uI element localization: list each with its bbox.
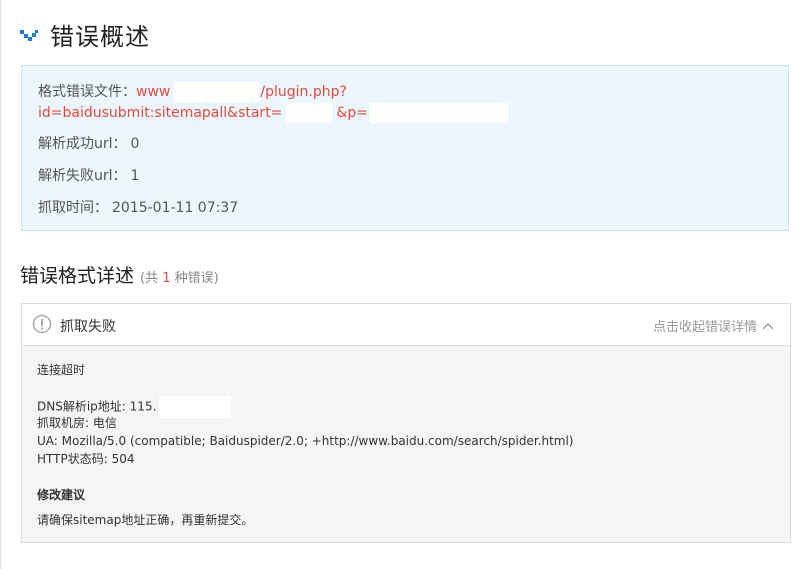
fail-value: 1 [130,168,140,184]
file-url-part2[interactable]: /plugin.php? [260,84,347,100]
suggestion-title: 修改建议 [37,488,86,502]
file-label: 格式错误文件： [38,84,136,100]
overview-header: 错误概述 [20,16,150,52]
dns-value: 115. [129,399,157,414]
file-line: 格式错误文件：www/plugin.php? [38,82,347,102]
http-status-value: 504 [111,452,135,466]
file-line-2: id=baidusubmit:sitemapall&start= &p= [38,103,508,123]
time-value: 2015-01-11 07:37 [112,200,239,216]
ua-line: UA: Mozilla/5.0 (compatible; Baiduspider… [37,434,574,448]
file-url-line2a[interactable]: id=baidusubmit:sitemapall&start= [38,105,282,121]
error-card-header[interactable]: 抓取失败 点击收起错误详情 [22,304,790,346]
collapse-label: 点击收起错误详情 [652,320,757,335]
file-url-line2b[interactable]: &p= [336,105,368,121]
success-line: 解析成功url： 0 [38,134,139,154]
details-title: 错误格式详述 [20,265,135,287]
fail-label: 解析失败url： [38,168,127,184]
error-card: 抓取失败 点击收起错误详情 连接超时 DNS解析ip地址: 115. 抓取机房:… [21,303,791,543]
time-line: 抓取时间： 2015-01-11 07:37 [38,198,238,218]
time-label: 抓取时间： [38,200,108,216]
error-name: 抓取失败 [60,319,116,335]
redaction-mask [369,103,508,123]
success-value: 0 [130,136,140,152]
page-title: 错误概述 [50,22,150,51]
error-count-value: 1 [162,271,171,286]
room-line: 抓取机房: 电信 [37,416,117,430]
room-value: 电信 [92,416,117,430]
suggestion-text: 请确保sitemap地址正确，再重新提交。 [37,513,254,527]
ua-value: Mozilla/5.0 (compatible; Baiduspider/2.0… [61,434,574,448]
error-count: (共 1 种错误) [140,271,219,286]
redaction-mask [174,82,261,102]
details-heading: 错误格式详述 (共 1 种错误) [20,261,219,288]
timeout-text: 连接超时 [37,363,86,377]
chevron-up-icon [762,322,774,329]
collapse-details-link[interactable]: 点击收起错误详情 [653,316,774,335]
success-label: 解析成功url： [38,136,127,152]
warning-icon [32,314,52,334]
redaction-mask [159,396,232,418]
http-status-line: HTTP状态码: 504 [37,452,135,466]
fail-line: 解析失败url： 1 [38,166,139,186]
summary-panel: 格式错误文件：www/plugin.php? id=baidusubmit:si… [21,65,789,231]
redaction-mask [286,103,333,123]
check-chevron-icon [20,30,38,41]
file-url-part1[interactable]: www [136,84,170,100]
left-border [0,0,1,569]
